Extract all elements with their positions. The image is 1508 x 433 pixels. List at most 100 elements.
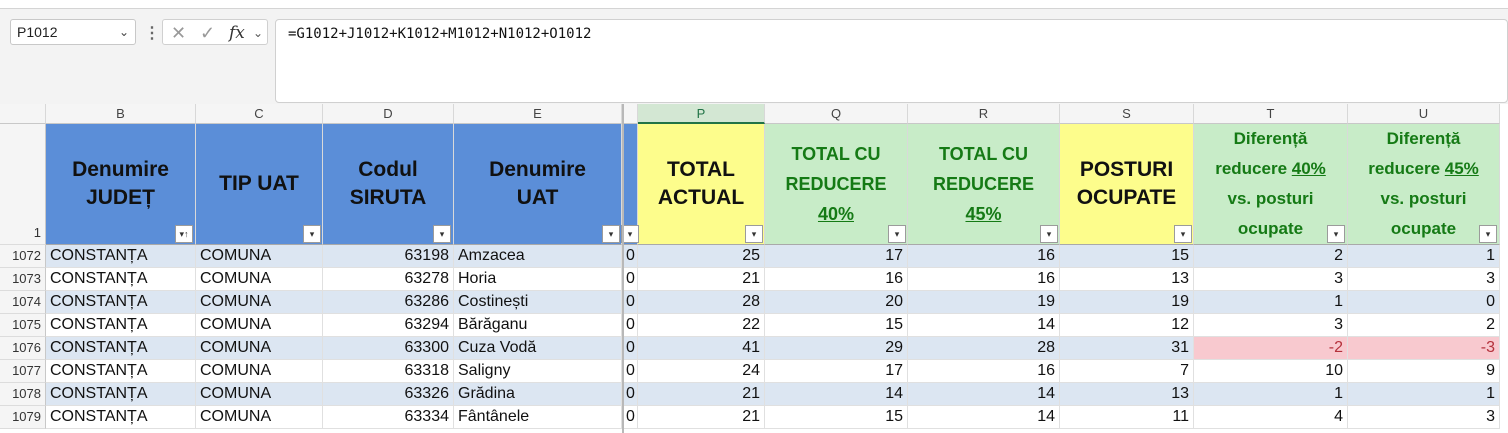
- formula-input[interactable]: =G1012+J1012+K1012+M1012+N1012+O1012: [275, 19, 1508, 103]
- cell-reducere-40[interactable]: 20: [765, 291, 908, 314]
- cell-total-actual[interactable]: 21: [638, 406, 765, 429]
- cell-diferenta-45[interactable]: 1: [1348, 245, 1500, 268]
- cell-tip-uat[interactable]: COMUNA: [196, 314, 323, 337]
- cell-reducere-40[interactable]: 15: [765, 314, 908, 337]
- cell-posturi-ocupate[interactable]: 7: [1060, 360, 1194, 383]
- cell-column-o[interactable]: 0: [622, 383, 638, 406]
- cell-judet[interactable]: CONSTANȚA: [46, 291, 196, 314]
- filter-dropdown-icon[interactable]: ▾: [1040, 225, 1058, 243]
- select-all-corner[interactable]: [0, 104, 46, 124]
- cell-reducere-40[interactable]: 17: [765, 245, 908, 268]
- column-header-c[interactable]: C: [196, 104, 323, 124]
- cell-siruta[interactable]: 63318: [323, 360, 454, 383]
- column-header-e[interactable]: E: [454, 104, 622, 124]
- cell-diferenta-45[interactable]: 3: [1348, 406, 1500, 429]
- cell-diferenta-45[interactable]: 3: [1348, 268, 1500, 291]
- column-header-p[interactable]: P: [638, 104, 765, 124]
- cell-reducere-40[interactable]: 17: [765, 360, 908, 383]
- cell-tip-uat[interactable]: COMUNA: [196, 268, 323, 291]
- cell-denumire-uat[interactable]: Cuza Vodă: [454, 337, 622, 360]
- cancel-icon[interactable]: ✕: [171, 23, 186, 44]
- cell-reducere-45[interactable]: 14: [908, 406, 1060, 429]
- filter-dropdown-icon[interactable]: ▾: [888, 225, 906, 243]
- insert-function-icon[interactable]: fx: [229, 23, 245, 43]
- column-header-s[interactable]: S: [1060, 104, 1194, 124]
- cell-reducere-45[interactable]: 16: [908, 245, 1060, 268]
- cell-total-actual[interactable]: 21: [638, 383, 765, 406]
- vertical-dots-icon[interactable]: ⋮: [144, 23, 160, 43]
- cell-posturi-ocupate[interactable]: 31: [1060, 337, 1194, 360]
- cell-total-actual[interactable]: 21: [638, 268, 765, 291]
- column-header-d[interactable]: D: [323, 104, 454, 124]
- header-total-reducere-40[interactable]: TOTAL CU REDUCERE 40%: [765, 124, 908, 245]
- row-header[interactable]: 1074: [0, 291, 46, 314]
- filter-dropdown-icon[interactable]: ▾: [602, 225, 620, 243]
- cell-siruta[interactable]: 63278: [323, 268, 454, 291]
- filter-dropdown-icon[interactable]: ▾: [1174, 225, 1192, 243]
- cell-column-o[interactable]: 0: [622, 268, 638, 291]
- chevron-down-icon[interactable]: ⌄: [253, 26, 263, 40]
- cell-reducere-45[interactable]: 14: [908, 383, 1060, 406]
- cell-diferenta-40[interactable]: 4: [1194, 406, 1348, 429]
- cell-column-o[interactable]: 0: [622, 406, 638, 429]
- cell-reducere-45[interactable]: 14: [908, 314, 1060, 337]
- column-header-o[interactable]: [622, 104, 638, 124]
- filter-sorted-icon[interactable]: ▾↑: [175, 225, 193, 243]
- cell-judet[interactable]: CONSTANȚA: [46, 245, 196, 268]
- cell-reducere-45[interactable]: 19: [908, 291, 1060, 314]
- name-box[interactable]: P1012 ⌄: [10, 19, 136, 45]
- filter-dropdown-icon[interactable]: ▾: [303, 225, 321, 243]
- cell-reducere-40[interactable]: 14: [765, 383, 908, 406]
- filter-dropdown-icon[interactable]: ▾: [1479, 225, 1497, 243]
- cell-siruta[interactable]: 63294: [323, 314, 454, 337]
- cell-diferenta-40[interactable]: 2: [1194, 245, 1348, 268]
- cell-reducere-40[interactable]: 29: [765, 337, 908, 360]
- cell-siruta[interactable]: 63198: [323, 245, 454, 268]
- chevron-down-icon[interactable]: ⌄: [119, 25, 129, 39]
- header-total-reducere-45[interactable]: TOTAL CU REDUCERE 45%: [908, 124, 1060, 245]
- cell-diferenta-45[interactable]: -3: [1348, 337, 1500, 360]
- cell-judet[interactable]: CONSTANȚA: [46, 406, 196, 429]
- name-box-value[interactable]: P1012: [17, 24, 57, 40]
- column-header-t[interactable]: T: [1194, 104, 1348, 124]
- cell-tip-uat[interactable]: COMUNA: [196, 291, 323, 314]
- row-header[interactable]: 1077: [0, 360, 46, 383]
- cell-tip-uat[interactable]: COMUNA: [196, 337, 323, 360]
- header-diferenta-40[interactable]: Diferență reducere 40% vs. posturi ocupa…: [1194, 124, 1348, 245]
- cell-diferenta-45[interactable]: 2: [1348, 314, 1500, 337]
- cell-reducere-45[interactable]: 28: [908, 337, 1060, 360]
- header-diferenta-45[interactable]: Diferență reducere 45% vs. posturi ocupa…: [1348, 124, 1500, 245]
- cell-posturi-ocupate[interactable]: 15: [1060, 245, 1194, 268]
- row-header[interactable]: 1075: [0, 314, 46, 337]
- cell-total-actual[interactable]: 25: [638, 245, 765, 268]
- cell-siruta[interactable]: 63334: [323, 406, 454, 429]
- column-header-q[interactable]: Q: [765, 104, 908, 124]
- filter-dropdown-icon[interactable]: ▾: [745, 225, 763, 243]
- cell-diferenta-40[interactable]: 1: [1194, 291, 1348, 314]
- cell-posturi-ocupate[interactable]: 12: [1060, 314, 1194, 337]
- cell-tip-uat[interactable]: COMUNA: [196, 406, 323, 429]
- cell-reducere-45[interactable]: 16: [908, 268, 1060, 291]
- column-header-b[interactable]: B: [46, 104, 196, 124]
- cell-total-actual[interactable]: 24: [638, 360, 765, 383]
- cell-judet[interactable]: CONSTANȚA: [46, 268, 196, 291]
- cell-diferenta-45[interactable]: 0: [1348, 291, 1500, 314]
- column-header-r[interactable]: R: [908, 104, 1060, 124]
- cell-denumire-uat[interactable]: Amzacea: [454, 245, 622, 268]
- cell-siruta[interactable]: 63326: [323, 383, 454, 406]
- cell-posturi-ocupate[interactable]: 13: [1060, 383, 1194, 406]
- row-header[interactable]: 1072: [0, 245, 46, 268]
- header-denumire-judet[interactable]: Denumire JUDEȚ: [46, 124, 196, 245]
- row-header[interactable]: 1079: [0, 406, 46, 429]
- cell-diferenta-40[interactable]: 3: [1194, 314, 1348, 337]
- cell-diferenta-40[interactable]: -2: [1194, 337, 1348, 360]
- filter-dropdown-icon[interactable]: ▾: [433, 225, 451, 243]
- cell-column-o[interactable]: 0: [622, 337, 638, 360]
- cell-diferenta-45[interactable]: 9: [1348, 360, 1500, 383]
- cell-total-actual[interactable]: 28: [638, 291, 765, 314]
- cell-denumire-uat[interactable]: Fântânele: [454, 406, 622, 429]
- formula-text[interactable]: =G1012+J1012+K1012+M1012+N1012+O1012: [288, 26, 591, 42]
- column-header-u[interactable]: U: [1348, 104, 1500, 124]
- cell-denumire-uat[interactable]: Grădina: [454, 383, 622, 406]
- row-header[interactable]: 1076: [0, 337, 46, 360]
